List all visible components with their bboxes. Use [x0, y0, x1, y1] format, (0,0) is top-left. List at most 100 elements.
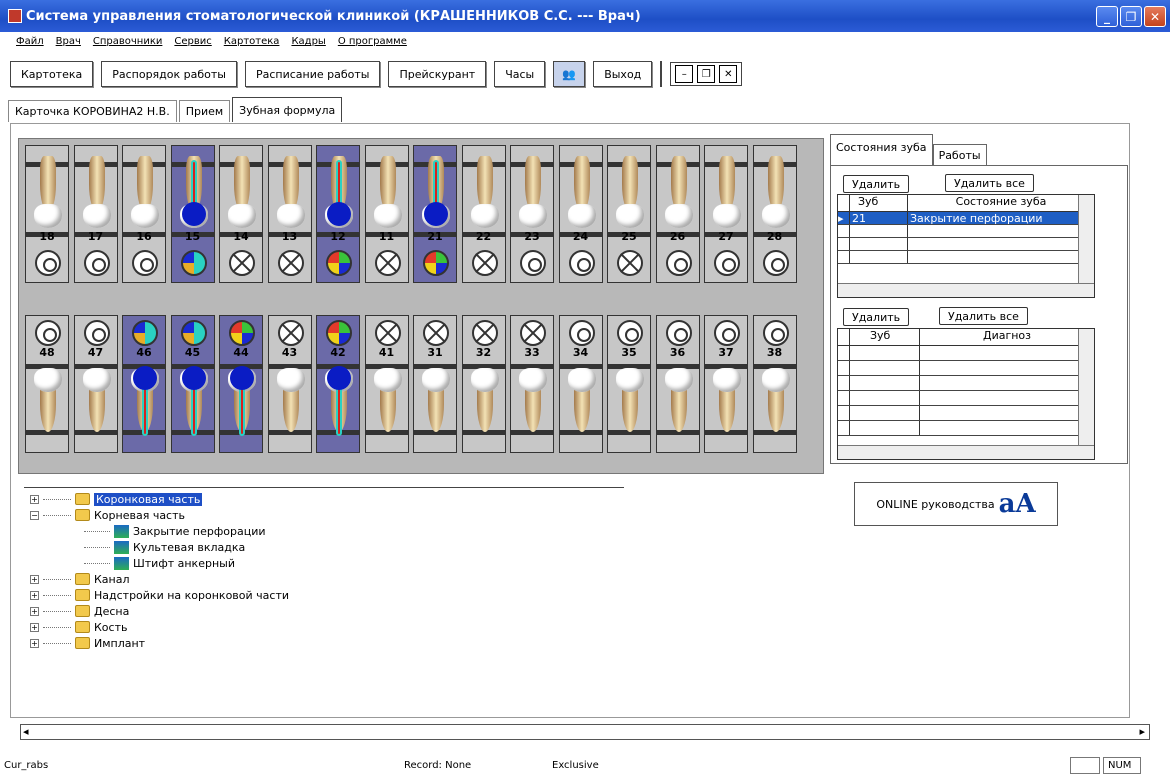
tooth-surface-dial[interactable] — [471, 320, 498, 346]
tooth-surface-dial[interactable] — [326, 320, 352, 346]
tooth-16[interactable]: 16 — [122, 145, 166, 283]
mdi-close-button[interactable]: ✕ — [719, 65, 738, 83]
tooth-surface-dial[interactable] — [180, 320, 207, 346]
tooth-surface-dial[interactable] — [180, 250, 207, 276]
tree-node[interactable]: − Корневая часть — [24, 507, 624, 523]
collapse-icon[interactable]: − — [30, 510, 39, 520]
tooth-18[interactable]: 18 — [25, 145, 69, 283]
tooth-surface-dial[interactable] — [665, 250, 692, 276]
tooth-surface-dial[interactable] — [520, 250, 546, 276]
tooth-surface-dial[interactable] — [423, 250, 449, 276]
menu-references[interactable]: Справочники — [93, 36, 163, 54]
bottom-hscroll[interactable]: ◂ ▸ — [20, 724, 1150, 740]
expand-icon[interactable]: + — [30, 638, 39, 648]
tooth-12[interactable]: 12 — [316, 145, 360, 283]
mdi-minimize-button[interactable]: – — [675, 65, 694, 83]
close-button[interactable]: ✕ — [1144, 6, 1166, 27]
tooth-surface-dial[interactable] — [520, 320, 546, 346]
clock-button[interactable]: Часы — [494, 61, 546, 87]
work-schedule-button[interactable]: Расписание работы — [244, 61, 381, 87]
tooth-surface-dial[interactable] — [617, 250, 643, 276]
tree-node[interactable]: + Надстройки на коронковой части — [24, 587, 624, 603]
diagnosis-grid-hscroll[interactable] — [838, 445, 1094, 459]
tooth-43[interactable]: 43 — [267, 315, 312, 453]
tooth-36[interactable]: 36 — [655, 315, 700, 453]
tooth-surface-dial[interactable] — [326, 250, 352, 276]
tooth-46[interactable]: 46 — [122, 315, 166, 453]
expand-icon[interactable]: + — [30, 494, 39, 504]
tooth-surface-dial[interactable] — [714, 250, 740, 276]
tooth-surface-dial[interactable] — [83, 250, 110, 276]
tooth-surface-dial[interactable] — [132, 320, 158, 346]
diagnosis-grid-vscroll[interactable] — [1078, 329, 1094, 459]
tooth-surface-dial[interactable] — [568, 320, 595, 346]
tree-node[interactable]: Штифт анкерный — [24, 555, 624, 571]
tooth-26[interactable]: 26 — [655, 145, 700, 283]
table-row[interactable]: ▸ 21 Закрытие перфорации — [838, 212, 1094, 225]
scroll-right-icon[interactable]: ▸ — [1139, 725, 1145, 738]
tooth-surface-dial[interactable] — [374, 250, 401, 276]
tooth-surface-dial[interactable] — [132, 250, 158, 276]
state-grid-hscroll[interactable] — [838, 283, 1094, 297]
tree-node[interactable]: + Десна — [24, 603, 624, 619]
tooth-37[interactable]: 37 — [704, 315, 748, 453]
mdi-restore-button[interactable]: ❐ — [697, 65, 716, 83]
tree-node[interactable]: + Кость — [24, 619, 624, 635]
tree-node[interactable]: + Коронковая часть — [24, 491, 624, 507]
tooth-surface-dial[interactable] — [229, 320, 255, 346]
tree-node[interactable]: Закрытие перфорации — [24, 523, 624, 539]
tooth-surface-dial[interactable] — [229, 250, 255, 276]
tooth-31[interactable]: 31 — [413, 315, 457, 453]
tooth-22[interactable]: 22 — [461, 145, 506, 283]
tooth-44[interactable]: 44 — [219, 315, 263, 453]
tooth-14[interactable]: 14 — [219, 145, 263, 283]
delete-diagnosis-button[interactable]: Удалить — [843, 308, 910, 326]
menu-doctor[interactable]: Врач — [56, 36, 81, 54]
expand-icon[interactable]: + — [30, 622, 39, 632]
tooth-24[interactable]: 24 — [558, 145, 603, 283]
tooth-surface-dial[interactable] — [617, 320, 643, 346]
tooth-42[interactable]: 42 — [316, 315, 360, 453]
tree-node[interactable]: + Имплант — [24, 635, 624, 651]
tooth-21[interactable]: 21 — [413, 145, 457, 283]
tooth-surface-dial[interactable] — [762, 320, 789, 346]
tooth-surface-dial[interactable] — [35, 250, 61, 276]
menu-about[interactable]: О программе — [338, 36, 407, 54]
tooth-28[interactable]: 28 — [752, 145, 797, 283]
tooth-surface-dial[interactable] — [568, 250, 595, 276]
tooth-surface-dial[interactable] — [277, 250, 304, 276]
tooth-surface-dial[interactable] — [423, 320, 449, 346]
online-guides-button[interactable]: ONLINE руководства aA — [854, 482, 1058, 526]
tooth-surface-dial[interactable] — [374, 320, 401, 346]
menu-staff[interactable]: Кадры — [291, 36, 325, 54]
tooth-45[interactable]: 45 — [170, 315, 215, 453]
tooth-surface-dial[interactable] — [665, 320, 692, 346]
tooth-11[interactable]: 11 — [364, 145, 409, 283]
tooth-surface-dial[interactable] — [35, 320, 61, 346]
tooth-surface-dial[interactable] — [83, 320, 110, 346]
tooth-33[interactable]: 33 — [510, 315, 554, 453]
menu-service[interactable]: Сервис — [174, 36, 211, 54]
tab-patient-card[interactable]: Карточка КОРОВИНА2 Н.В. — [8, 100, 177, 122]
expand-icon[interactable]: + — [30, 590, 39, 600]
delete-all-diagnoses-button[interactable]: Удалить все — [939, 307, 1028, 325]
tab-appointment[interactable]: Прием — [178, 100, 231, 122]
tooth-23[interactable]: 23 — [510, 145, 554, 283]
users-icon[interactable]: 👥 — [553, 61, 586, 87]
tooth-surface-dial[interactable] — [714, 320, 740, 346]
delete-all-states-button[interactable]: Удалить все — [945, 174, 1034, 192]
tooth-13[interactable]: 13 — [267, 145, 312, 283]
tooth-34[interactable]: 34 — [558, 315, 603, 453]
tree-node[interactable]: Культевая вкладка — [24, 539, 624, 555]
expand-icon[interactable]: + — [30, 574, 39, 584]
tooth-27[interactable]: 27 — [704, 145, 748, 283]
menu-file[interactable]: Файл — [16, 36, 44, 54]
tooth-41[interactable]: 41 — [364, 315, 409, 453]
scroll-left-icon[interactable]: ◂ — [23, 725, 29, 738]
tab-dental-formula[interactable]: Зубная формула — [232, 97, 343, 122]
tab-tooth-states[interactable]: Состояния зуба — [830, 134, 933, 166]
menu-card-index[interactable]: Картотека — [224, 36, 280, 54]
exit-button[interactable]: Выход — [593, 61, 653, 87]
price-list-button[interactable]: Прейскурант — [388, 61, 487, 87]
tab-works[interactable]: Работы — [932, 144, 987, 166]
